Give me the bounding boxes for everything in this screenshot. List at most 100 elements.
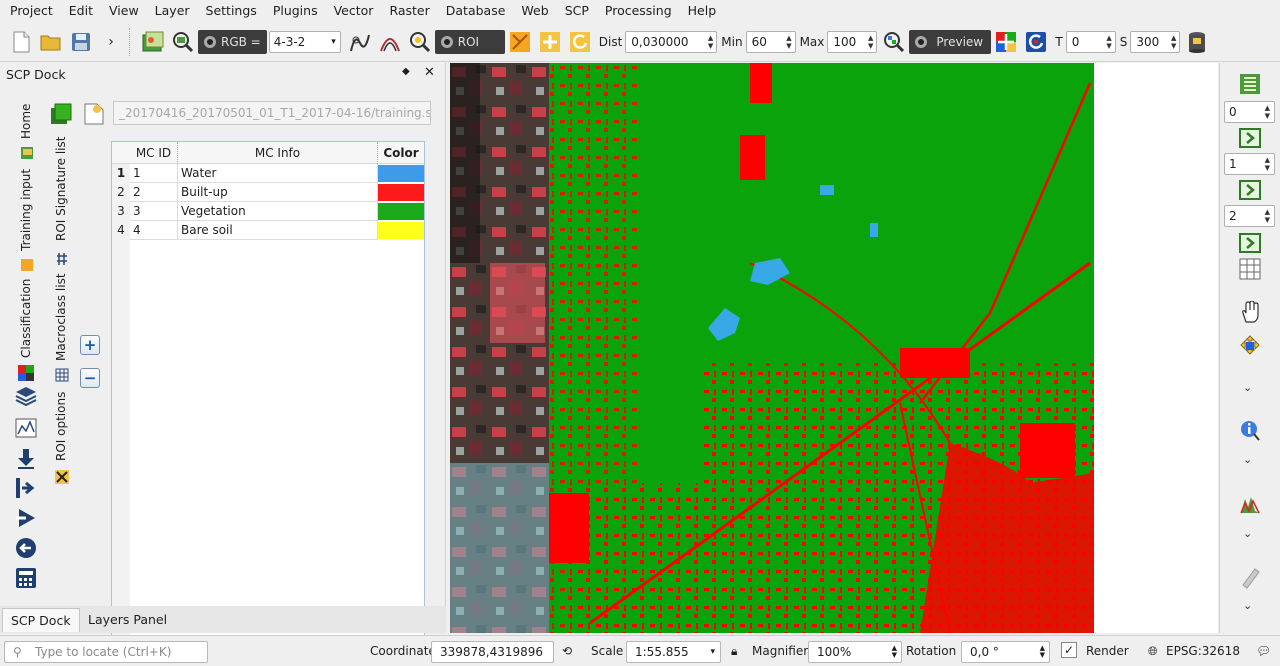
remove-temp-files-icon[interactable] xyxy=(1184,29,1210,55)
zoom-preview-icon[interactable] xyxy=(881,29,907,55)
map-canvas[interactable] xyxy=(450,63,1218,633)
histogram-icon[interactable] xyxy=(1239,493,1261,515)
band-combination-icon[interactable] xyxy=(1239,73,1261,95)
chevron-down-icon[interactable]: ⌄ xyxy=(1243,599,1252,612)
menu-project[interactable]: Project xyxy=(2,0,61,22)
tab-macroclass-list[interactable]: Macroclass list xyxy=(54,273,68,361)
download-icon[interactable] xyxy=(15,447,37,471)
zoom-to-input-icon[interactable] xyxy=(170,29,196,55)
redo-roi-icon[interactable] xyxy=(567,29,593,55)
redo-preview-icon[interactable] xyxy=(1023,29,1049,55)
rgb-toggle[interactable]: RGB = xyxy=(198,29,267,54)
float-dock-icon[interactable]: ◆ xyxy=(402,66,410,77)
rgb-combo[interactable]: 4-3-2 ▾ xyxy=(268,30,341,53)
training-file-path[interactable]: _20170416_20170501_01_T1_2017-04-16/trai… xyxy=(113,101,431,125)
chevron-right-icon[interactable]: › xyxy=(98,29,124,55)
new-training-icon[interactable] xyxy=(83,103,105,125)
scp-input-icon[interactable] xyxy=(140,29,166,55)
menu-database[interactable]: Database xyxy=(438,0,514,22)
menu-vector[interactable]: Vector xyxy=(326,0,382,22)
band-spinbox-2[interactable]: 2 ▲ ▼ xyxy=(1224,205,1275,227)
coordinate-field[interactable]: 339878,4319896 xyxy=(431,641,554,663)
menu-web[interactable]: Web xyxy=(513,0,556,22)
spectral-chart-icon[interactable] xyxy=(15,417,37,439)
tab-roi-signature-list[interactable]: ROI Signature list xyxy=(54,137,68,241)
table-row[interactable]: 3 3 Vegetation xyxy=(112,202,424,221)
col-header-mc-id[interactable]: MC ID xyxy=(130,142,178,164)
menu-processing[interactable]: Processing xyxy=(597,0,680,22)
next-band-icon[interactable] xyxy=(1239,179,1261,201)
mc-id-cell[interactable]: 1 xyxy=(130,164,178,183)
dist-spinbox[interactable]: 0,030000 ▲ ▼ xyxy=(625,30,718,53)
pan-to-selection-icon[interactable] xyxy=(1239,335,1261,357)
band-processing-icon[interactable] xyxy=(15,507,37,529)
rotation-spinbox[interactable]: 0,0 ° ▲ ▼ xyxy=(961,641,1050,663)
tab-roi-options[interactable]: ROI options xyxy=(54,391,68,461)
menu-raster[interactable]: Raster xyxy=(381,0,437,22)
table-row[interactable]: 4 4 Bare soil xyxy=(112,221,424,240)
mc-id-cell[interactable]: 4 xyxy=(130,221,178,240)
col-header-mc-info[interactable]: MC Info xyxy=(178,142,378,164)
menu-settings[interactable]: Settings xyxy=(198,0,265,22)
band-spinbox-0[interactable]: 0 ▲ ▼ xyxy=(1224,101,1275,123)
classification-preview-icon[interactable] xyxy=(993,29,1019,55)
close-dock-icon[interactable]: ✕ xyxy=(424,65,435,80)
table-tool-icon[interactable] xyxy=(1239,258,1261,280)
chevron-down-icon[interactable]: ⌄ xyxy=(1243,527,1252,540)
menu-help[interactable]: Help xyxy=(680,0,725,22)
min-spinbox[interactable]: 60 ▲ ▼ xyxy=(745,30,796,53)
menu-scp[interactable]: SCP xyxy=(557,0,597,22)
s-spinbox[interactable]: 300 ▲ ▼ xyxy=(1130,30,1181,53)
menu-plugins[interactable]: Plugins xyxy=(265,0,326,22)
signature-plot-icon[interactable] xyxy=(377,29,403,55)
mc-info-cell[interactable]: Water xyxy=(178,164,378,183)
mc-id-cell[interactable]: 3 xyxy=(130,202,178,221)
new-project-icon[interactable] xyxy=(8,29,34,55)
menu-layer[interactable]: Layer xyxy=(147,0,198,22)
identify-icon[interactable] xyxy=(1239,419,1261,441)
chevron-down-icon[interactable]: ⌄ xyxy=(1243,381,1252,394)
crs-label[interactable]: EPSG:32618 xyxy=(1166,644,1240,658)
locator-search-input[interactable]: ⚲ Type to locate (Ctrl+K) xyxy=(4,641,208,663)
layers-tool-icon[interactable] xyxy=(15,385,37,407)
preprocessing-icon[interactable] xyxy=(15,477,37,499)
mc-info-cell[interactable]: Built-up xyxy=(178,183,378,202)
mc-info-cell[interactable]: Vegetation xyxy=(178,202,378,221)
save-project-icon[interactable] xyxy=(68,29,94,55)
magnifier-spinbox[interactable]: 100% ▲ ▼ xyxy=(808,641,902,663)
toggle-extents-icon[interactable]: ⟲ xyxy=(562,644,572,658)
color-swatch-vegetation[interactable] xyxy=(378,203,424,220)
table-row[interactable]: 1 1 Water xyxy=(112,164,424,183)
chevron-down-icon[interactable]: ⌄ xyxy=(1243,453,1252,466)
color-swatch-bare-soil[interactable] xyxy=(378,222,424,239)
tab-training-input[interactable]: Training input xyxy=(19,167,33,251)
menu-view[interactable]: View xyxy=(101,0,147,22)
lock-scale-icon[interactable]: 🔒︎ xyxy=(731,644,737,659)
scale-combo[interactable]: 1:55.855 ▾ xyxy=(626,641,721,663)
tab-home[interactable]: Home xyxy=(19,101,33,139)
tab-scp-dock[interactable]: SCP Dock xyxy=(2,608,80,632)
menu-edit[interactable]: Edit xyxy=(61,0,101,22)
col-header-color[interactable]: Color xyxy=(378,142,424,164)
create-roi-icon[interactable] xyxy=(507,29,533,55)
messages-icon[interactable]: 💬︎ xyxy=(1256,644,1271,658)
color-swatch-water[interactable] xyxy=(378,165,424,182)
globe-icon[interactable]: 🌐︎ xyxy=(1148,644,1158,659)
mc-id-cell[interactable]: 2 xyxy=(130,183,178,202)
max-spinbox[interactable]: 100 ▲ ▼ xyxy=(827,30,878,53)
open-project-icon[interactable] xyxy=(38,29,64,55)
band-set-icon[interactable] xyxy=(17,364,35,382)
t-spinbox[interactable]: 0 ▲ ▼ xyxy=(1065,30,1116,53)
remove-macroclass-button[interactable]: − xyxy=(80,368,100,388)
open-training-icon[interactable] xyxy=(50,103,72,125)
add-roi-icon[interactable] xyxy=(537,29,563,55)
pan-hand-icon[interactable] xyxy=(1239,301,1261,323)
roi-settings-icon[interactable] xyxy=(53,468,71,486)
color-swatch-built-up[interactable] xyxy=(378,184,424,201)
preview-toggle[interactable]: Preview xyxy=(909,29,992,54)
band-spinbox-1[interactable]: 1 ▲ ▼ xyxy=(1224,153,1275,175)
next-band-icon[interactable] xyxy=(1239,232,1261,254)
next-band-icon[interactable] xyxy=(1239,127,1261,149)
roi-toggle[interactable]: ROI xyxy=(434,29,505,54)
band-calc-icon[interactable] xyxy=(15,567,37,589)
